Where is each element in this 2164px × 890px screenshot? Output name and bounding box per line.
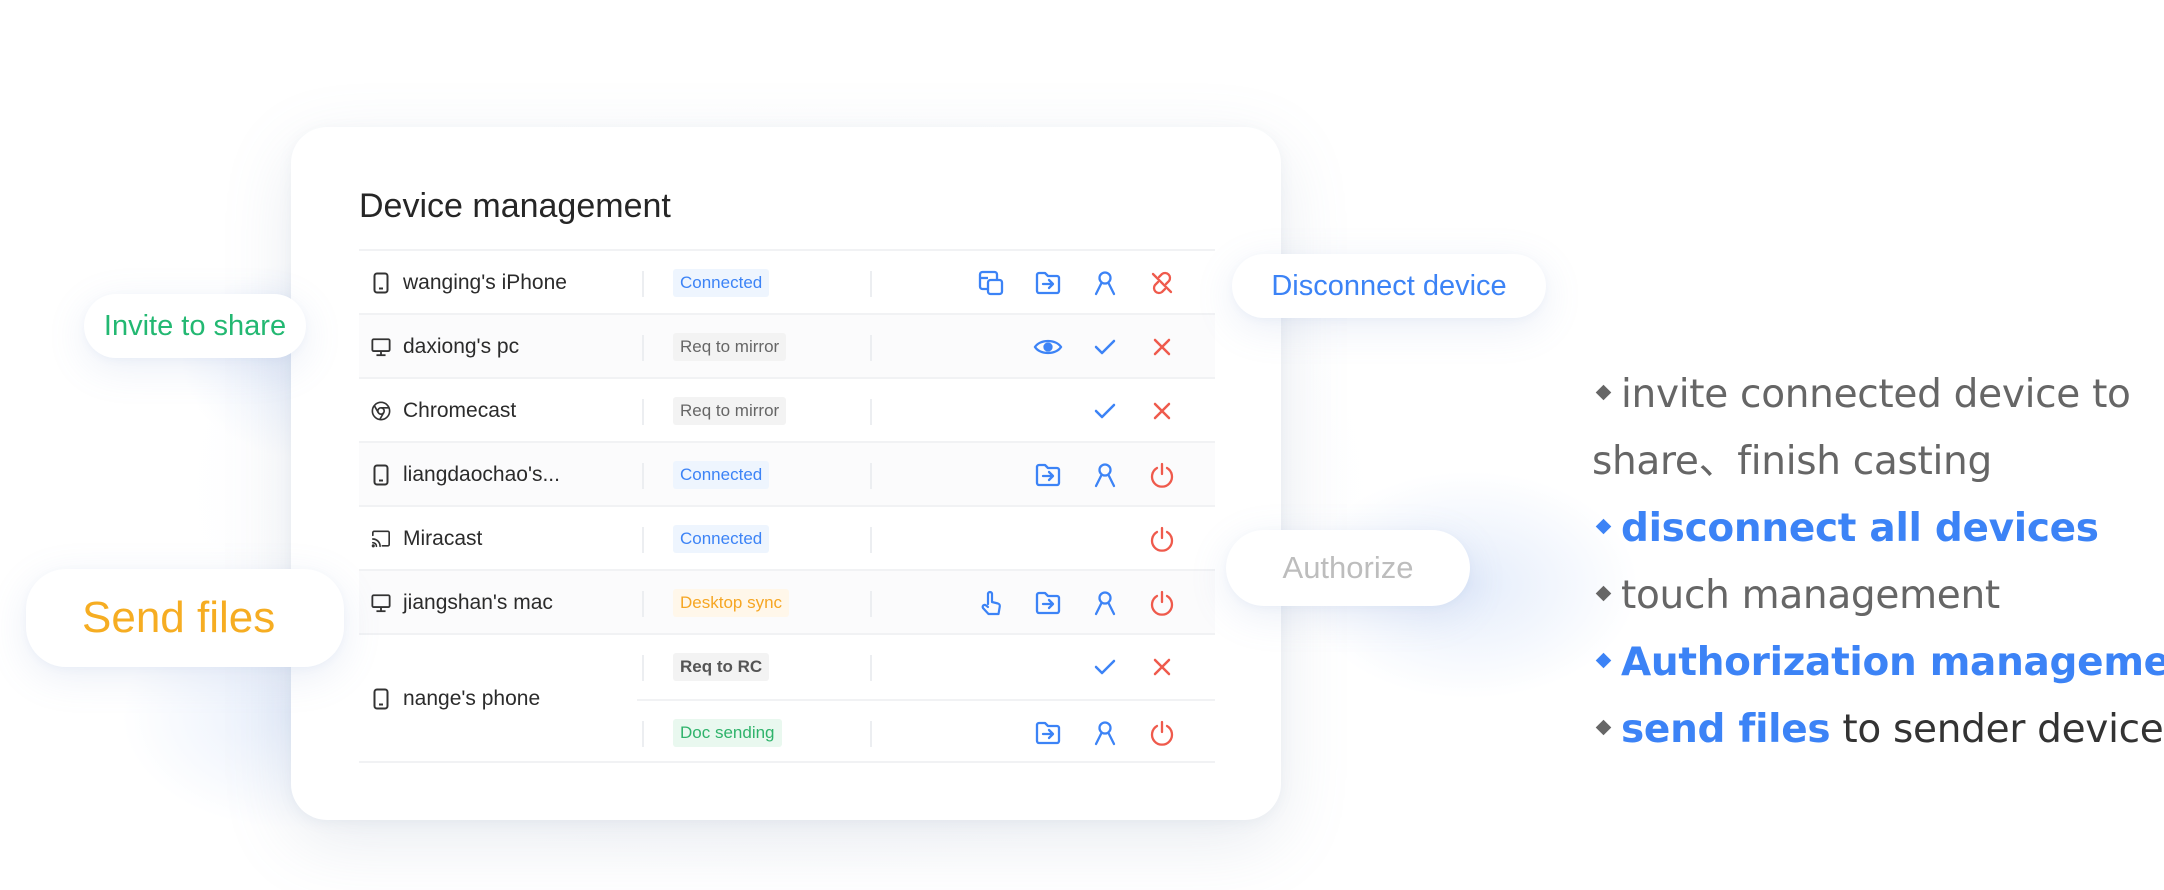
request-subrow: Req to RC — [359, 635, 1215, 699]
close-icon[interactable] — [1146, 395, 1178, 427]
bullet-icon — [1595, 652, 1612, 669]
check-icon[interactable] — [1089, 395, 1121, 427]
disconnect-device-callout: Disconnect device — [1232, 254, 1546, 318]
authorize-user-icon[interactable] — [1089, 717, 1121, 749]
device-table: wanging's iPhone Connected daxiong's pc … — [359, 249, 1215, 763]
doc-sending-subrow: Doc sending — [637, 699, 1215, 763]
feature-item: touch management — [1592, 562, 2152, 629]
table-row[interactable]: jiangshan's mac Desktop sync — [359, 569, 1215, 633]
feature-item: invite connected device to — [1592, 361, 2152, 428]
send-file-icon[interactable] — [1032, 267, 1064, 299]
send-file-icon[interactable] — [1032, 717, 1064, 749]
send-file-icon[interactable] — [1032, 459, 1064, 491]
bullet-icon — [1595, 384, 1612, 401]
screen-share-icon[interactable] — [975, 267, 1007, 299]
close-icon[interactable] — [1146, 651, 1178, 683]
authorize-user-icon[interactable] — [1089, 267, 1121, 299]
feature-item: send files to sender devices — [1592, 696, 2164, 763]
table-row[interactable]: Chromecast Req to mirror — [359, 377, 1215, 441]
bullet-icon — [1595, 719, 1612, 736]
touch-icon[interactable] — [975, 587, 1007, 619]
table-row[interactable]: wanging's iPhone Connected — [359, 249, 1215, 313]
close-icon[interactable] — [1146, 331, 1178, 363]
power-icon[interactable] — [1146, 717, 1178, 749]
send-files-callout: Send files — [26, 569, 344, 667]
feature-list: invite connected device to share、finish … — [1592, 361, 2164, 763]
authorize-callout: Authorize — [1226, 530, 1470, 606]
table-row[interactable]: daxiong's pc Req to mirror — [359, 313, 1215, 377]
authorize-user-icon[interactable] — [1089, 459, 1121, 491]
table-row[interactable]: nange's phone Req to RC Doc sending — [359, 633, 1215, 761]
card-title: Device management — [359, 187, 671, 225]
feature-item: disconnect all devices — [1592, 495, 2152, 562]
invite-to-share-callout: Invite to share — [84, 294, 306, 358]
eye-icon[interactable] — [1032, 331, 1064, 363]
power-icon[interactable] — [1146, 587, 1178, 619]
disconnect-link-icon[interactable] — [1146, 267, 1178, 299]
feature-item-continued: share、finish casting — [1592, 439, 1992, 484]
table-row[interactable]: liangdaochao's... Connected — [359, 441, 1215, 505]
power-icon[interactable] — [1146, 523, 1178, 555]
bullet-icon — [1595, 585, 1612, 602]
feature-item: Authorization management — [1592, 629, 2164, 696]
send-file-icon[interactable] — [1032, 587, 1064, 619]
bullet-icon — [1595, 518, 1612, 535]
power-icon[interactable] — [1146, 459, 1178, 491]
check-icon[interactable] — [1089, 651, 1121, 683]
check-icon[interactable] — [1089, 331, 1121, 363]
device-management-card: Device management wanging's iPhone Conne… — [291, 127, 1281, 820]
authorize-user-icon[interactable] — [1089, 587, 1121, 619]
table-row[interactable]: Miracast Connected — [359, 505, 1215, 569]
